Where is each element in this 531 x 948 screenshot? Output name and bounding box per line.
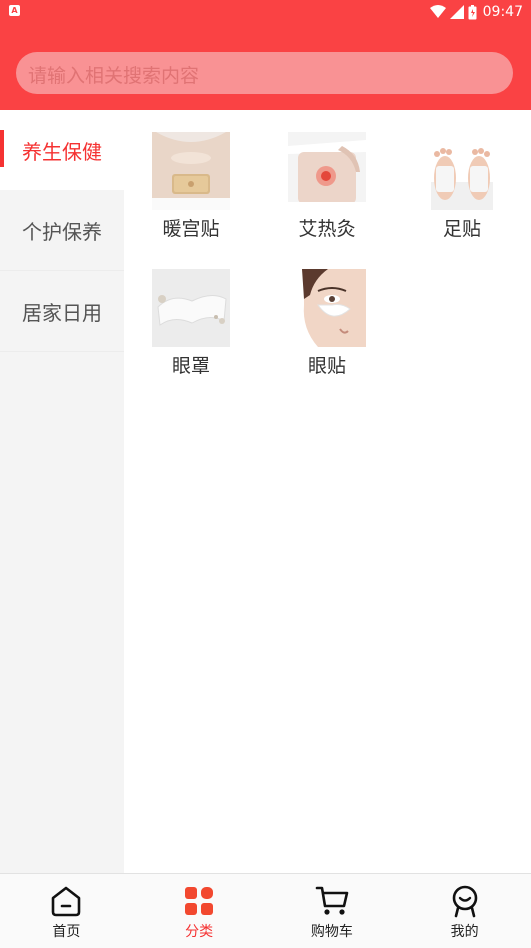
signal-icon [449,5,464,19]
product-item[interactable]: 足贴 [412,132,512,241]
product-label: 足贴 [442,218,481,240]
product-label: 眼罩 [171,355,210,377]
moxibustion-image [288,132,366,210]
eye-patch-image [288,269,366,347]
nav-profile-label: 我的 [450,924,479,940]
status-indicators: 09:47 [429,2,523,22]
clock: 09:47 [482,4,523,20]
category-sidebar: 养生保健 个护保养 居家日用 [0,110,124,873]
sidebar-item-personal-care[interactable]: 个护保养 [0,190,124,271]
header: A 09:47 请输入相关搜索内容 [0,0,531,110]
product-item[interactable]: 眼贴 [277,269,377,378]
product-label: 艾热灸 [298,218,356,240]
bottom-nav: 首页 分类 购物车 我的 [0,873,531,948]
product-label: 眼贴 [307,355,346,377]
category-icon [185,887,214,915]
sidebar-item-household[interactable]: 居家日用 [0,271,124,352]
search-placeholder: 请输入相关搜索内容 [28,65,200,87]
nav-profile[interactable]: 我的 [398,874,531,948]
battery-icon [468,4,477,19]
nav-cart-label: 购物车 [310,924,353,940]
eye-mask-image [152,269,230,347]
nav-category[interactable]: 分类 [133,874,266,948]
home-icon [52,886,81,917]
sidebar-item-label: 个护保养 [22,219,102,244]
nav-category-label: 分类 [185,924,214,940]
product-item[interactable]: 暖宫贴 [141,132,241,241]
profile-icon [452,885,477,918]
cart-icon [315,886,349,915]
product-label: 暖宫贴 [162,218,220,240]
nav-cart[interactable]: 购物车 [266,874,399,948]
sidebar-item-health[interactable]: 养生保健 [0,110,124,190]
search-input[interactable]: 请输入相关搜索内容 [16,52,513,94]
sidebar-item-label: 居家日用 [22,300,102,325]
foot-patch-image [423,132,501,210]
nav-home-label: 首页 [52,924,81,940]
warming-patch-image [152,132,230,210]
wifi-icon [429,5,446,18]
product-item[interactable]: 艾热灸 [277,132,377,241]
sidebar-item-label: 养生保健 [22,139,102,164]
notification-icon: A [9,5,20,16]
nav-home[interactable]: 首页 [0,874,133,948]
product-grid: 暖宫贴 艾热灸 足贴 眼罩 眼贴 [124,110,531,873]
status-bar: A 09:47 [0,0,531,24]
product-item[interactable]: 眼罩 [141,269,241,378]
